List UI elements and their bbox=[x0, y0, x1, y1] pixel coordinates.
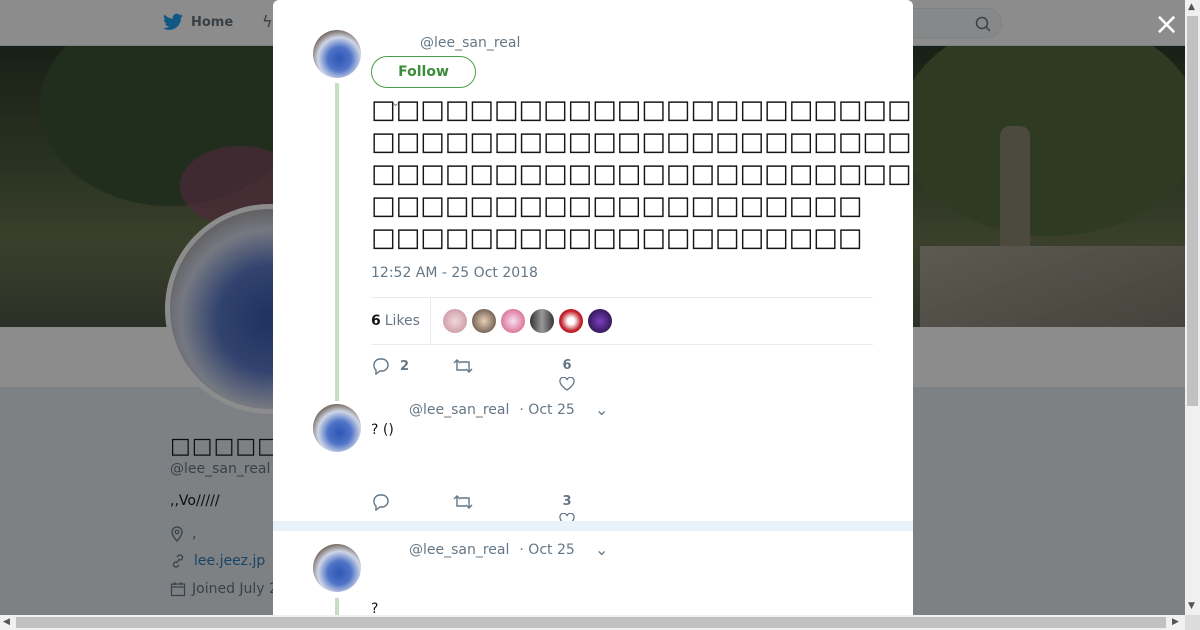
reply-icon bbox=[373, 358, 389, 375]
tweet-permalink-modal: @lee_san_real Follow ⌄ □□□□□□□□□□□□□□□□□… bbox=[273, 0, 913, 615]
liker-avatar[interactable] bbox=[442, 309, 467, 333]
tweet-timestamp[interactable]: 12:52 AM - 25 Oct 2018 bbox=[371, 265, 538, 281]
reply-meta: @lee_san_real · Oct 25 bbox=[409, 402, 575, 418]
author-avatar[interactable] bbox=[313, 30, 361, 78]
reply-handle[interactable]: @lee_san_real bbox=[409, 402, 509, 418]
liker-avatars bbox=[442, 309, 612, 333]
scroll-down-icon[interactable]: ▼ bbox=[1188, 601, 1195, 611]
horizontal-scrollbar[interactable]: ◀ ▶ bbox=[0, 615, 1185, 630]
tweet-line: □□□□□□□□□□□□□□□□□□□□□□□□□□□□□□□□□□□□□□□□… bbox=[371, 127, 913, 157]
reply-action[interactable]: 2 bbox=[372, 357, 409, 375]
reply-text: ? () bbox=[371, 422, 394, 438]
reply-icon bbox=[373, 494, 389, 511]
likes-label: Likes bbox=[384, 313, 420, 329]
thread-connector bbox=[335, 598, 339, 615]
tweet-stats: 6 Likes bbox=[371, 297, 873, 345]
retweet-action[interactable] bbox=[453, 357, 473, 375]
scrollbar-corner bbox=[1185, 615, 1200, 630]
close-icon[interactable]: × bbox=[1154, 10, 1179, 40]
reply-count: 2 bbox=[400, 358, 410, 374]
tweet-line: □□□□□□□□□□□□□□□□□□□□ bbox=[371, 223, 863, 253]
chevron-down-icon[interactable]: ⌄ bbox=[595, 540, 608, 559]
reply-meta: @lee_san_real · Oct 25 bbox=[409, 542, 575, 558]
reply-date[interactable]: · Oct 25 bbox=[519, 542, 574, 558]
like-count: 3 bbox=[562, 494, 572, 509]
reply-avatar[interactable] bbox=[313, 544, 361, 592]
scroll-left-icon[interactable]: ◀ bbox=[3, 617, 10, 627]
tweet-text: □□□□□□□□□□□□□□□□□□□□□□ □□□□□□□□ □□□□□□□□□… bbox=[371, 94, 913, 254]
tweet-line: □□□□□□□□□□□□□□□□□□□□□□□□□□ bbox=[371, 159, 913, 189]
tweet-line: □□□□□□□□□□□□□□□□□□□□□□□□□□□□□□ bbox=[371, 95, 913, 125]
tweet-line: □□□□□□□□□□□□□□□□□□□□ bbox=[371, 191, 863, 221]
reply-handle[interactable]: @lee_san_real bbox=[409, 542, 509, 558]
liker-avatar[interactable] bbox=[558, 309, 583, 333]
thread-connector bbox=[335, 83, 339, 401]
scrollbar-thumb[interactable] bbox=[16, 617, 1166, 628]
liker-avatar[interactable] bbox=[471, 309, 496, 333]
scroll-up-icon[interactable]: ▲ bbox=[1188, 2, 1195, 12]
like-action[interactable]: 6 bbox=[559, 358, 575, 391]
liker-avatar[interactable] bbox=[587, 309, 612, 333]
author-handle[interactable]: @lee_san_real bbox=[420, 35, 520, 51]
vertical-scrollbar[interactable]: ▲ ▼ bbox=[1185, 0, 1200, 615]
liker-avatar[interactable] bbox=[529, 309, 554, 333]
reply-action[interactable] bbox=[372, 493, 390, 511]
likes-count: 6 bbox=[371, 313, 381, 329]
scrollbar-thumb[interactable] bbox=[1187, 16, 1198, 406]
retweet-icon bbox=[453, 495, 473, 509]
likes-stat[interactable]: 6 Likes bbox=[371, 297, 431, 345]
heart-icon bbox=[559, 377, 575, 391]
follow-button[interactable]: Follow bbox=[371, 56, 476, 88]
reply-separator bbox=[273, 521, 913, 531]
reply-date[interactable]: · Oct 25 bbox=[519, 402, 574, 418]
retweet-icon bbox=[453, 359, 473, 373]
like-count: 6 bbox=[562, 358, 572, 373]
retweet-action[interactable] bbox=[453, 493, 473, 511]
liker-avatar[interactable] bbox=[500, 309, 525, 333]
reply-text: ? bbox=[371, 601, 379, 615]
chevron-down-icon[interactable]: ⌄ bbox=[595, 400, 608, 419]
reply-avatar[interactable] bbox=[313, 404, 361, 452]
scroll-right-icon[interactable]: ▶ bbox=[1172, 617, 1179, 627]
